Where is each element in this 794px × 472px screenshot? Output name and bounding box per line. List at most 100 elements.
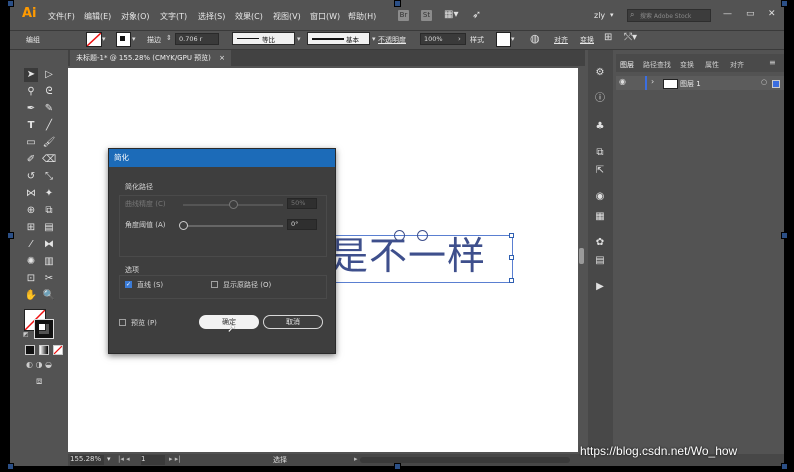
menu-view[interactable]: 视图(V) [273, 11, 301, 22]
puppet-warp-tool-icon[interactable]: ✦ [42, 187, 56, 201]
menu-window[interactable]: 窗口(W) [310, 11, 340, 22]
color-mode-icon[interactable] [25, 345, 35, 355]
tab-transform[interactable]: 变换 [680, 60, 694, 70]
tab-align[interactable]: 对齐 [730, 60, 744, 70]
path-anchor-point[interactable] [394, 230, 405, 241]
user-name[interactable]: zly [594, 11, 605, 20]
panel-menu-icon[interactable]: ≡ [769, 58, 776, 67]
shape-builder-tool-icon[interactable]: ⊕ [24, 204, 38, 218]
straight-lines-label[interactable]: 直线 (S) [137, 280, 163, 290]
blend-tool-icon[interactable]: ⧓ [42, 238, 56, 252]
libraries-icon[interactable]: ▤ [593, 254, 607, 268]
rocket-icon[interactable]: ➶ [472, 8, 481, 21]
layer-name[interactable]: 图层 1 [680, 79, 701, 89]
stock-icon[interactable]: St [421, 10, 432, 21]
page-field[interactable]: 1 [141, 455, 165, 465]
first-page-icon[interactable]: |◂ ◂ [118, 455, 130, 463]
eyedropper-tool-icon[interactable]: ⁄ [24, 238, 38, 252]
gear-icon[interactable]: ⚙ [593, 66, 607, 80]
angle-threshold-slider[interactable] [183, 225, 283, 227]
default-colors-icon[interactable]: ◩ [23, 331, 29, 338]
tab-properties[interactable]: 属性 [705, 60, 719, 70]
eye-icon[interactable]: ◉ [619, 77, 626, 86]
menu-object[interactable]: 对象(O) [121, 11, 150, 22]
artboard-tool-icon[interactable]: ⊡ [24, 272, 38, 286]
straight-lines-checkbox[interactable]: ✓ [125, 281, 132, 288]
stroke-swatch[interactable] [116, 32, 131, 47]
export-icon[interactable]: ⇱ [593, 164, 607, 178]
menu-file[interactable]: 文件(F) [48, 11, 75, 22]
draw-mode-icon[interactable]: ◐ ◑ ◒ [26, 360, 52, 369]
stock-search-input[interactable]: 搜索 Adobe Stock [627, 9, 711, 22]
vertical-scrollbar-thumb[interactable] [579, 248, 584, 264]
scale-tool-icon[interactable]: ⤡ [42, 170, 56, 184]
graphic-style-swatch[interactable] [496, 32, 511, 47]
cancel-button[interactable]: 取消 [263, 315, 323, 329]
zoom-dropdown-icon[interactable]: ▾ [107, 455, 111, 463]
lasso-tool-icon[interactable]: ᘓ [42, 85, 56, 99]
type-tool-icon[interactable]: T [24, 119, 38, 133]
paintbrush-tool-icon[interactable]: 🖌 [42, 136, 56, 150]
status-mode[interactable]: 选择 [273, 455, 287, 465]
brush-dropdown-icon[interactable]: ▾ [372, 35, 376, 43]
isolate-icon[interactable]: ⊞ [604, 32, 612, 43]
menu-effect[interactable]: 效果(C) [235, 11, 263, 22]
path-anchor-point[interactable] [417, 230, 428, 241]
transform-link[interactable]: 变换 [580, 35, 594, 45]
screen-mode-icon[interactable]: ⧈ [36, 376, 42, 387]
shaper-tool-icon[interactable]: ✐ [24, 153, 38, 167]
curvature-tool-icon[interactable]: ✎ [42, 102, 56, 116]
stroke-dropdown-icon[interactable]: ▾ [132, 35, 136, 43]
none-mode-icon[interactable] [53, 345, 63, 355]
tab-layers[interactable]: 图层 [620, 60, 634, 70]
menu-help[interactable]: 帮助(H) [348, 11, 376, 22]
opacity-dropdown-icon[interactable]: › [458, 35, 461, 43]
variable-width-profile[interactable]: 等比 [232, 32, 295, 45]
workspace-grid-icon[interactable]: ▦▾ [444, 9, 458, 20]
curve-precision-knob[interactable] [229, 200, 238, 209]
stepper-icon[interactable]: ⇕ [166, 34, 172, 42]
next-page-icon[interactable]: ▸ ▸| [169, 455, 181, 463]
arrange-icon[interactable]: ⤲▾ [624, 32, 637, 43]
status-arrow-icon[interactable]: ▸ [354, 455, 358, 463]
gradient-tool-icon[interactable]: ▤ [42, 221, 56, 235]
profile-dropdown-icon[interactable]: ▾ [297, 35, 301, 43]
bridge-icon[interactable]: Br [398, 10, 409, 21]
show-original-checkbox[interactable] [211, 281, 218, 288]
tab-pathfinder[interactable]: 路径查找 [643, 60, 671, 70]
pen-tool-icon[interactable]: ✒ [24, 102, 38, 116]
appearance-icon[interactable]: ◉ [593, 190, 607, 204]
chevron-down-icon[interactable]: ▾ [610, 11, 614, 19]
selection-indicator[interactable] [772, 80, 780, 88]
zoom-tool-icon[interactable]: 🔍 [42, 289, 56, 303]
align-link[interactable]: 对齐 [554, 35, 568, 45]
preview-checkbox[interactable] [119, 319, 126, 326]
graph-tool-icon[interactable]: ▥ [42, 255, 56, 269]
layer-row[interactable]: ◉ › 图层 1 ○ [616, 76, 784, 90]
play-icon[interactable]: ▶ [593, 280, 607, 294]
angle-threshold-field[interactable]: 0° [287, 219, 317, 230]
target-icon[interactable]: ○ [761, 78, 767, 86]
slice-tool-icon[interactable]: ✂ [42, 272, 56, 286]
menu-edit[interactable]: 编辑(E) [84, 11, 111, 22]
menu-type[interactable]: 文字(T) [160, 11, 187, 22]
curve-precision-field[interactable]: 50% [287, 198, 317, 209]
eraser-tool-icon[interactable]: ⌫ [42, 153, 56, 167]
swatches-icon[interactable]: ✿ [593, 236, 607, 250]
canvas-text[interactable]: 是不一样 [330, 230, 486, 282]
document-tab[interactable]: 未标题-1* @ 155.28% (CMYK/GPU 预览) × [70, 50, 232, 66]
fill-dropdown-icon[interactable]: ▾ [102, 35, 106, 43]
perspective-grid-tool-icon[interactable]: ⧉ [42, 204, 56, 218]
recolor-icon[interactable]: ◍ [530, 32, 540, 45]
stroke-weight-field[interactable]: 0.706 r [175, 33, 219, 45]
info-icon[interactable]: ⓘ [593, 92, 607, 106]
brush-definition[interactable]: 基本 [307, 32, 370, 45]
line-tool-icon[interactable]: ╱ [42, 119, 56, 133]
style-dropdown-icon[interactable]: ▾ [511, 35, 515, 43]
stroke-color-box[interactable] [34, 319, 54, 339]
mesh-tool-icon[interactable]: ⊞ [24, 221, 38, 235]
selection-tool-icon[interactable]: ➤ [24, 68, 38, 82]
menu-select[interactable]: 选择(S) [198, 11, 225, 22]
bbox-handle[interactable] [509, 255, 514, 260]
show-original-label[interactable]: 显示原路径 (O) [223, 280, 271, 290]
